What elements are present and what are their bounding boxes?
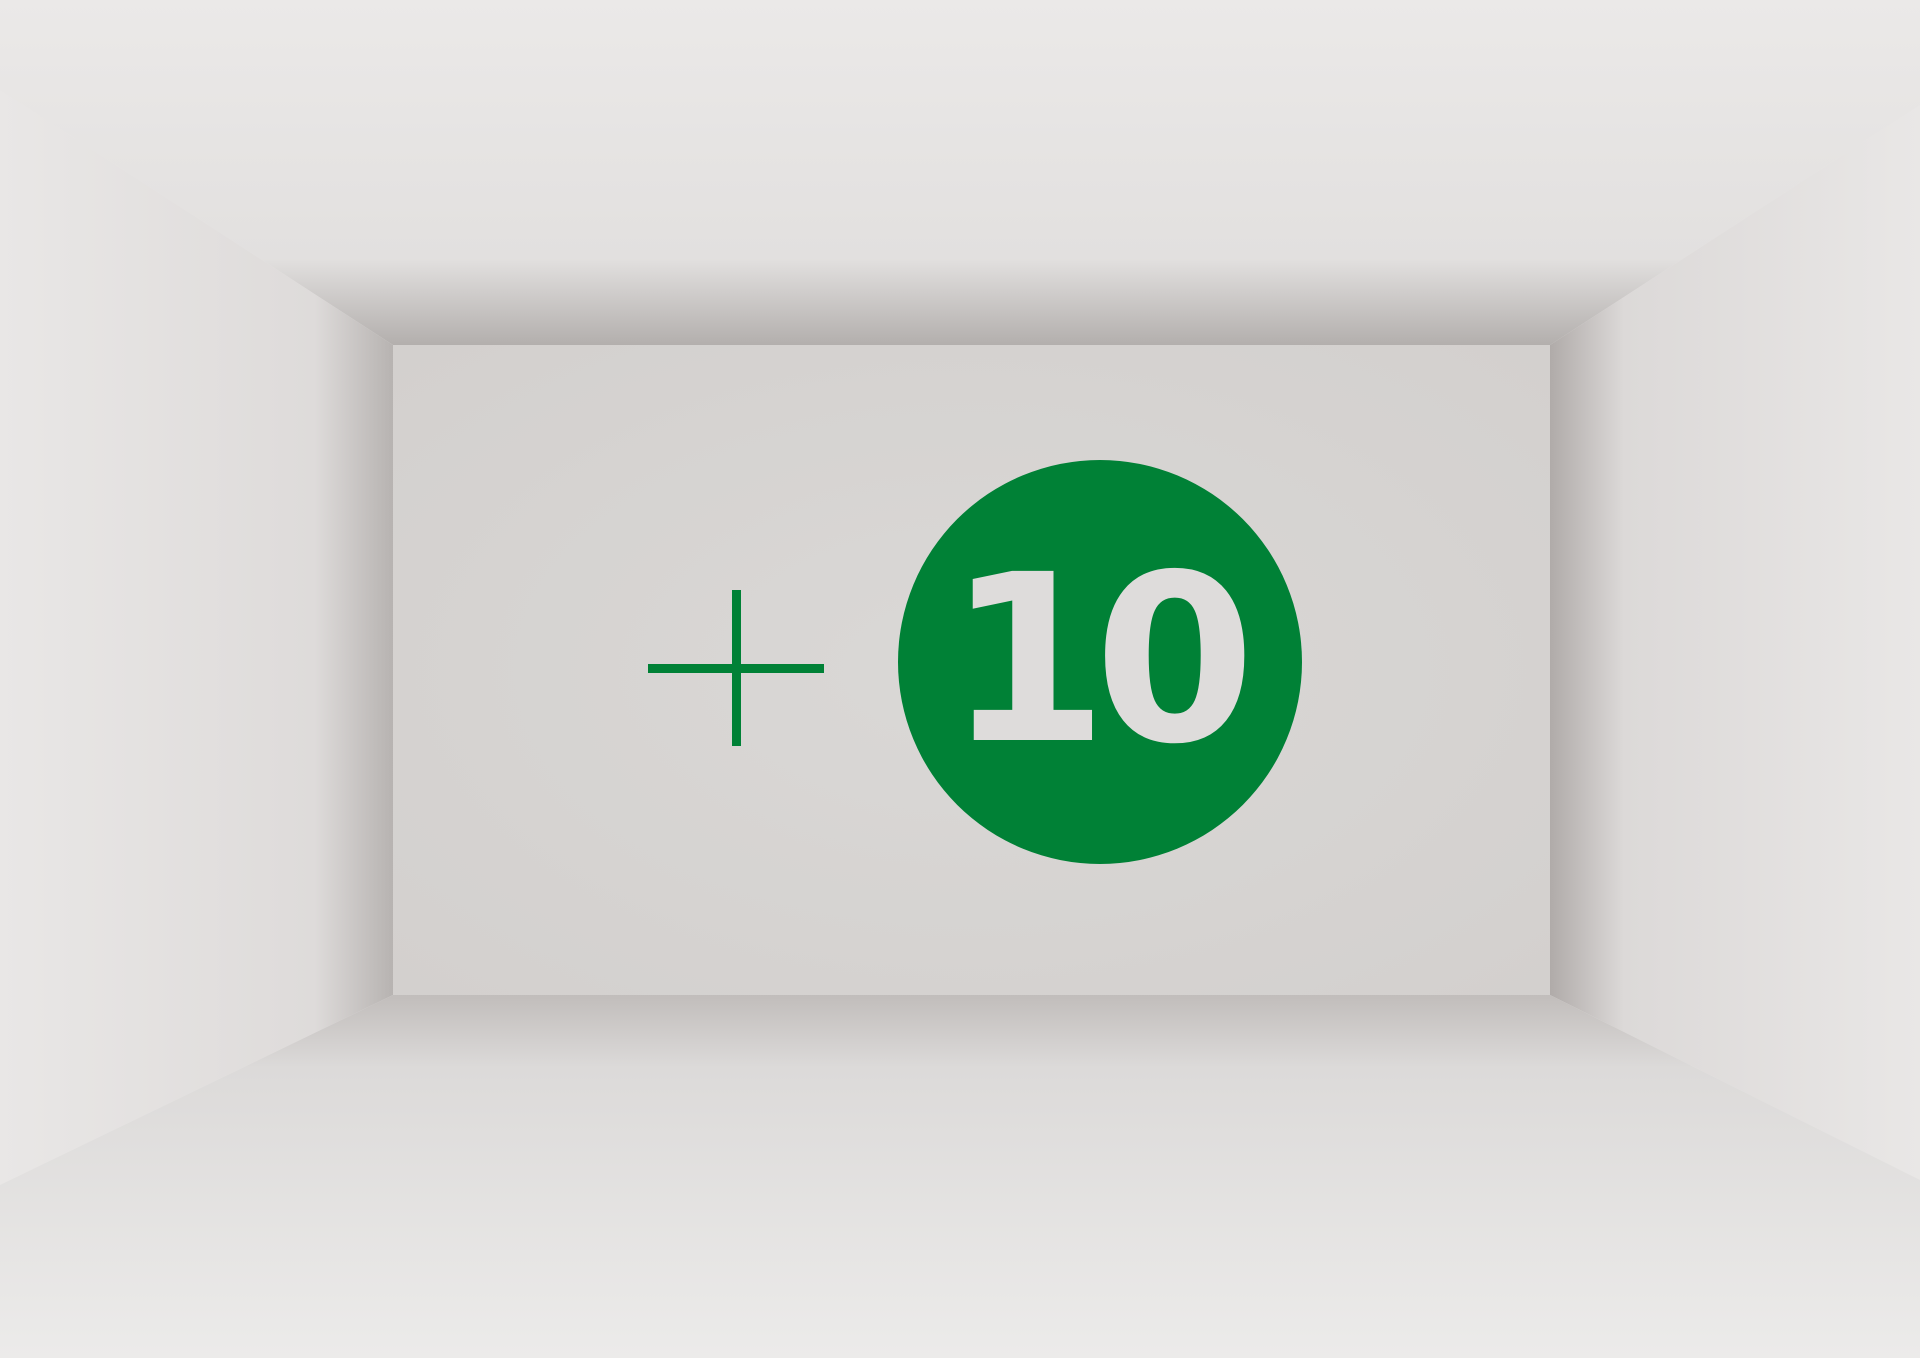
- empty-room-scene: 10: [0, 0, 1920, 1358]
- badge-number: 10: [946, 525, 1256, 795]
- room-floor: [0, 995, 1920, 1358]
- number-badge: 10: [898, 460, 1302, 864]
- plus-vertical-bar: [732, 590, 741, 746]
- plus-icon: [648, 590, 824, 746]
